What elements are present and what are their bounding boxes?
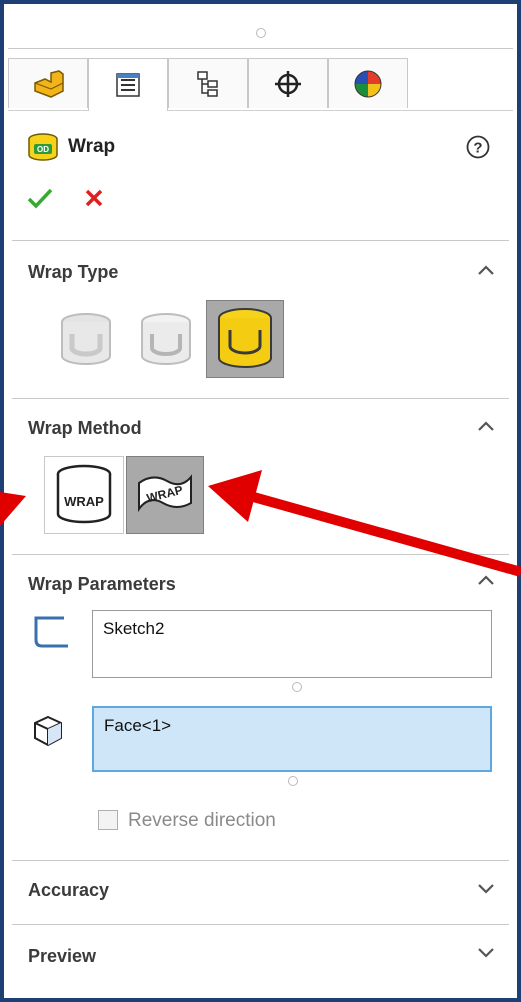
wrap-type-emboss-button[interactable] (48, 302, 124, 378)
wrap-type-deboss-button[interactable] (128, 302, 204, 378)
wrap-method-spline-button[interactable]: WRAP (126, 456, 204, 534)
tab-appearance-manager[interactable] (328, 58, 408, 108)
face-selection-field[interactable]: Face<1> (92, 706, 492, 772)
configuration-manager-icon (197, 70, 218, 97)
x-icon[interactable] (82, 186, 106, 210)
question-circle-icon[interactable]: ? (465, 134, 491, 160)
reverse-direction-checkbox[interactable] (98, 810, 118, 830)
appearance-manager-icon (354, 70, 382, 97)
svg-text:?: ? (473, 140, 482, 157)
chevron-up-icon[interactable] (475, 262, 497, 278)
wrap-type-divider (12, 398, 509, 399)
chevron-up-icon[interactable] (475, 572, 497, 588)
panel-resize-grip[interactable] (255, 28, 266, 38)
wrap-deboss-icon (141, 313, 191, 365)
face-field-resize-grip[interactable] (288, 776, 298, 786)
sketch-selection-field[interactable]: Sketch2 (92, 610, 492, 678)
panel-title: Wrap (68, 136, 116, 157)
manager-tabs (8, 58, 513, 111)
property-manager-panel: OD Wrap ? Wrap Type Wrap Method WRAP WRA… (0, 0, 521, 1002)
sketch-profile-icon (34, 616, 68, 648)
check-icon[interactable] (26, 186, 54, 210)
top-divider (8, 48, 513, 49)
wrap-scribe-icon (218, 308, 272, 368)
chevron-down-icon[interactable] (475, 944, 497, 960)
tab-dimxpert-manager[interactable] (248, 58, 328, 108)
wrap-type-title: Wrap Type (28, 262, 119, 282)
sketch-field-resize-grip[interactable] (292, 682, 302, 692)
wrap-method-divider (12, 554, 509, 555)
tab-configuration-manager[interactable] (168, 58, 248, 108)
wrap-parameters-title: Wrap Parameters (28, 574, 176, 594)
wrap-method-analytical-button[interactable]: WRAP (44, 456, 124, 534)
wrap-type-scribe-button[interactable] (206, 300, 284, 378)
wrap-method-title: Wrap Method (28, 418, 142, 438)
header-divider (12, 240, 509, 241)
wrap-parameters-divider (12, 860, 509, 861)
wrap-emboss-icon (61, 313, 111, 365)
preview-title[interactable]: Preview (28, 946, 96, 967)
chevron-down-icon[interactable] (475, 880, 497, 896)
face-icon (34, 715, 62, 747)
property-manager-icon (116, 73, 140, 97)
accuracy-divider (12, 924, 509, 925)
reverse-direction-label: Reverse direction (128, 810, 276, 831)
chevron-up-icon[interactable] (475, 418, 497, 434)
svg-text:OD: OD (37, 145, 49, 154)
accuracy-title[interactable]: Accuracy (28, 880, 109, 901)
wrap-spline-icon: WRAP (138, 474, 192, 513)
wrap-analytical-text: WRAP (64, 494, 104, 509)
tab-property-manager[interactable] (88, 58, 168, 111)
tab-feature-manager[interactable] (8, 58, 88, 108)
dimxpert-icon (275, 70, 301, 97)
wrap-analytical-icon: WRAP (56, 464, 112, 524)
feature-manager-icon (34, 69, 64, 98)
wrap-feature-icon: OD (28, 133, 58, 161)
